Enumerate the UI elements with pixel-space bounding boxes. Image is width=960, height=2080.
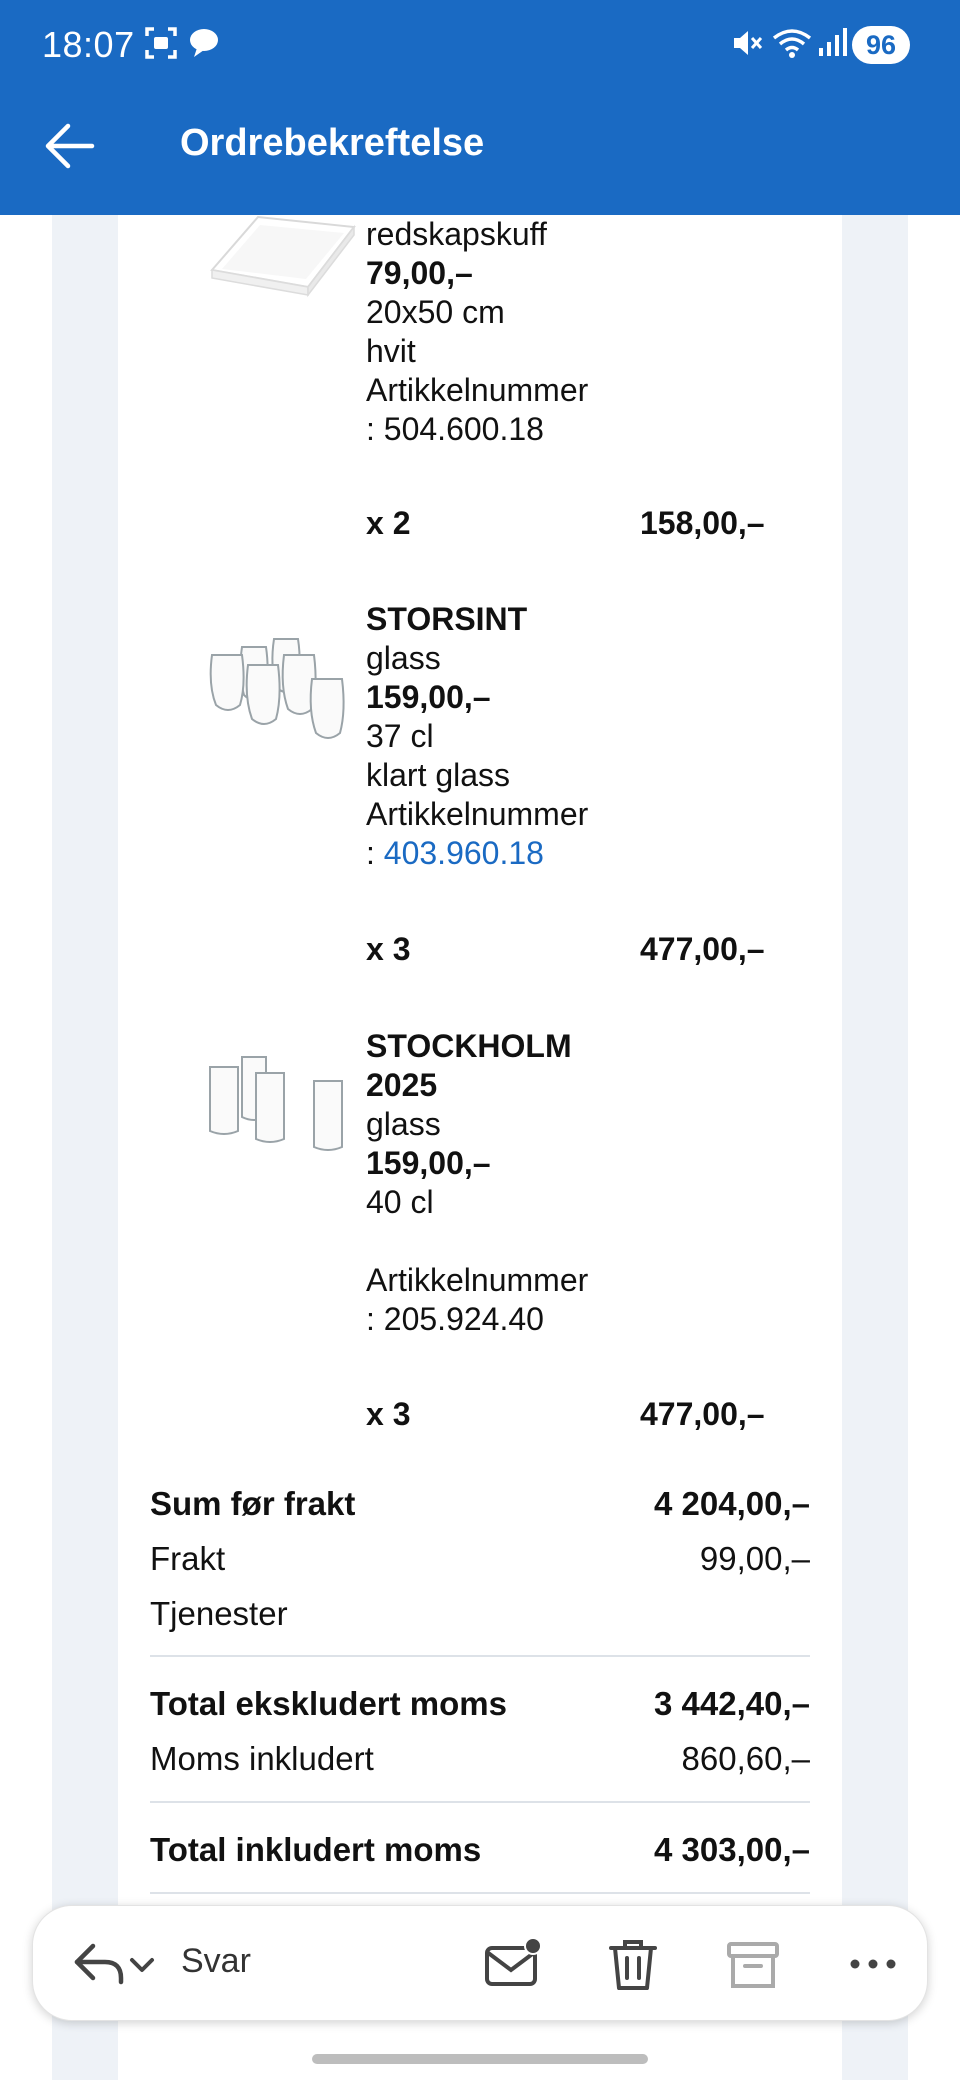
subtotal-value: 4 204,00,–: [654, 1485, 810, 1522]
divider: [150, 1892, 810, 1894]
item-color: hvit: [366, 333, 416, 369]
article-number-line: : 205.924.40: [366, 1301, 544, 1337]
signal-icon: [819, 28, 847, 56]
margin-band-right: [842, 215, 908, 2080]
item-line-total: 477,00,–: [640, 931, 765, 967]
divider: [150, 1655, 810, 1657]
item-type: redskapskuff: [366, 216, 547, 252]
ex-vat-label: Total ekskludert moms: [150, 1685, 507, 1722]
item-line-total: 158,00,–: [640, 505, 765, 541]
chat-bubble-icon: [190, 29, 218, 57]
item-variant: klart glass: [366, 757, 511, 793]
ex-vat-value: 3 442,40,–: [654, 1685, 810, 1722]
trash-icon[interactable]: [601, 1932, 665, 1996]
subtotal-label: Sum før frakt: [150, 1485, 356, 1522]
article-number: 205.924.40: [383, 1301, 544, 1337]
item-quantity: x 2: [366, 505, 411, 541]
item-quantity: x 3: [366, 1396, 411, 1432]
divider: [150, 1801, 810, 1803]
screenshot-icon: [145, 27, 177, 59]
article-number-line: : 403.960.18: [366, 835, 544, 871]
mute-icon: [734, 31, 763, 55]
article-number: 504.600.18: [383, 411, 544, 447]
services-label: Tjenester: [150, 1595, 288, 1632]
article-number-link[interactable]: 403.960.18: [384, 835, 544, 871]
app-bar: 18:07 96 Ordrebekreftelse: [0, 0, 960, 215]
status-bar: 18:07 96: [0, 0, 960, 90]
item-name: STORSINT: [366, 601, 528, 637]
product-image-glasses: [209, 1056, 343, 1151]
item-details: STORSINT glass 159,00,– 37 cl klart glas…: [366, 600, 588, 873]
total-label: Total inkludert moms: [150, 1831, 482, 1868]
item-type: glass: [366, 640, 441, 676]
item-name: STOCKHOLM: [366, 1028, 572, 1064]
shipping-label: Frakt: [150, 1540, 226, 1577]
total-value: 4 303,00,–: [654, 1831, 810, 1868]
item-line-total: 477,00,–: [640, 1396, 765, 1432]
article-label: Artikkelnummer: [366, 1262, 589, 1298]
home-indicator[interactable]: [312, 2054, 648, 2064]
wifi-icon: [772, 29, 812, 58]
article-label: Artikkelnummer: [366, 372, 589, 408]
item-price: 159,00,–: [366, 1145, 491, 1181]
page-title: Ordrebekreftelse: [180, 122, 485, 164]
battery-indicator: 96: [852, 26, 910, 64]
vat-value: 860,60,–: [681, 1740, 810, 1777]
chevron-down-icon[interactable]: [125, 1932, 159, 1996]
email-action-bar: Svar: [32, 1905, 928, 2021]
item-price: 159,00,–: [366, 679, 491, 715]
item-size: 20x50 cm: [366, 294, 505, 330]
item-quantity: x 3: [366, 931, 411, 967]
back-arrow-icon[interactable]: [42, 118, 98, 174]
product-image-glasses: [209, 638, 345, 739]
product-image-tray: [210, 215, 356, 298]
mark-unread-icon[interactable]: [481, 1932, 545, 1996]
shipping-value: 99,00,–: [699, 1540, 810, 1577]
vat-label: Moms inkludert: [150, 1740, 374, 1777]
item-volume: 37 cl: [366, 718, 434, 754]
item-details: redskapskuff 79,00,– 20x50 cm hvit Artik…: [366, 215, 588, 449]
item-type: glass: [366, 1106, 441, 1142]
article-number-line: : 504.600.18: [366, 411, 544, 447]
item-name-line2: 2025: [366, 1067, 438, 1103]
item-price: 79,00,–: [366, 255, 473, 291]
status-time: 18:07: [42, 24, 135, 65]
item-details: STOCKHOLM 2025 glass 159,00,– 40 cl Arti…: [366, 1027, 588, 1339]
more-options-icon[interactable]: [841, 1932, 905, 1996]
reply-button[interactable]: Svar: [181, 1942, 251, 1981]
archive-icon[interactable]: [721, 1932, 785, 1996]
margin-band-left: [52, 215, 118, 2080]
item-volume: 40 cl: [366, 1184, 434, 1220]
reply-arrow-icon[interactable]: [67, 1932, 131, 1996]
article-label: Artikkelnummer: [366, 796, 589, 832]
email-body[interactable]: redskapskuff 79,00,– 20x50 cm hvit Artik…: [0, 215, 960, 2080]
